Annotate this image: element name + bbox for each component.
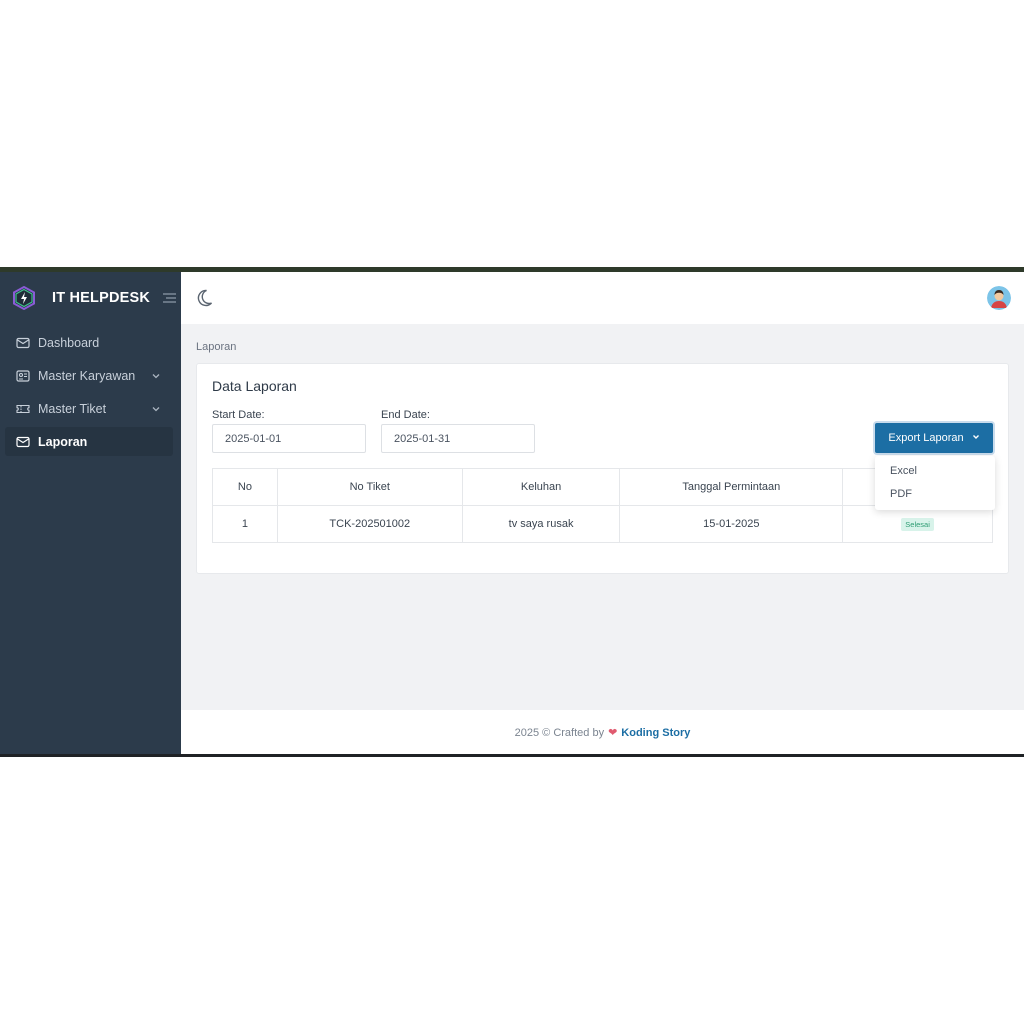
- sidebar-item-dashboard[interactable]: Dashboard: [5, 328, 173, 357]
- avatar[interactable]: [987, 286, 1011, 310]
- breadcrumb: Laporan: [196, 341, 237, 353]
- export-pdf-option[interactable]: PDF: [875, 483, 995, 506]
- cell-date: 15-01-2025: [619, 505, 844, 543]
- end-date-field: End Date:: [381, 409, 535, 453]
- cell-no: 1: [212, 505, 278, 543]
- sidebar-item-label: Dashboard: [38, 335, 100, 350]
- chevron-down-icon: [151, 371, 161, 381]
- sidebar: IT HELPDESK Dashboard Master Karyawan Ma…: [0, 272, 181, 755]
- envelope-icon: [16, 336, 30, 350]
- dark-mode-toggle-icon[interactable]: [194, 288, 214, 308]
- ticket-icon: [16, 402, 30, 416]
- topbar: [181, 272, 1024, 324]
- start-date-label: Start Date:: [212, 409, 265, 421]
- heart-icon: ❤: [608, 727, 618, 739]
- column-header-no: No: [212, 468, 278, 506]
- column-header-ticket: No Tiket: [276, 468, 463, 506]
- footer-text: 2025 © Crafted by: [514, 726, 605, 739]
- chevron-down-icon: [151, 404, 161, 414]
- export-button[interactable]: Export Laporan: [875, 423, 993, 453]
- footer-brand-link[interactable]: Koding Story: [621, 727, 690, 739]
- sidebar-nav: Dashboard Master Karyawan Master Tiket L…: [0, 324, 181, 456]
- envelope-open-icon: [16, 435, 30, 449]
- sidebar-item-label: Laporan: [38, 434, 88, 449]
- export-excel-option[interactable]: Excel: [875, 460, 995, 483]
- app-name: IT HELPDESK: [52, 290, 151, 306]
- card-title: Data Laporan: [212, 378, 297, 394]
- start-date-field: Start Date:: [212, 409, 366, 453]
- sidebar-item-laporan[interactable]: Laporan: [5, 427, 173, 456]
- footer: 2025 © Crafted by ❤ Koding Story: [181, 710, 1024, 755]
- cell-complaint: tv saya rusak: [461, 505, 621, 543]
- column-header-complaint: Keluhan: [461, 468, 621, 506]
- id-card-icon: [16, 369, 30, 383]
- sidebar-item-label: Master Tiket: [38, 401, 107, 416]
- menu-toggle-icon[interactable]: [163, 291, 177, 306]
- logo-icon: [13, 286, 35, 310]
- app-window: IT HELPDESK Dashboard Master Karyawan Ma…: [0, 272, 1024, 755]
- export-button-label: Export Laporan: [888, 432, 964, 444]
- end-date-input[interactable]: [381, 424, 535, 453]
- end-date-label: End Date:: [381, 409, 430, 421]
- main-area: Laporan Data Laporan Start Date: End Dat…: [181, 272, 1024, 755]
- window-bottom-border: [0, 754, 1024, 757]
- brand[interactable]: IT HELPDESK: [0, 272, 181, 324]
- cell-ticket: TCK-202501002: [276, 505, 463, 543]
- status-badge: Selesai: [901, 517, 934, 531]
- start-date-input[interactable]: [212, 424, 366, 453]
- cell-status: Selesai: [842, 505, 993, 543]
- report-card: Data Laporan Start Date: End Date: Expor…: [196, 363, 1009, 574]
- content: Laporan Data Laporan Start Date: End Dat…: [181, 324, 1024, 710]
- sidebar-item-master-karyawan[interactable]: Master Karyawan: [5, 361, 173, 390]
- sidebar-item-label: Master Karyawan: [38, 368, 136, 383]
- export-dropdown: Excel PDF: [875, 456, 995, 510]
- chevron-down-icon: [972, 433, 980, 443]
- table-row: 1 TCK-202501002 tv saya rusak 15-01-2025…: [212, 505, 993, 543]
- column-header-date: Tanggal Permintaan: [619, 468, 844, 506]
- sidebar-item-master-tiket[interactable]: Master Tiket: [5, 394, 173, 423]
